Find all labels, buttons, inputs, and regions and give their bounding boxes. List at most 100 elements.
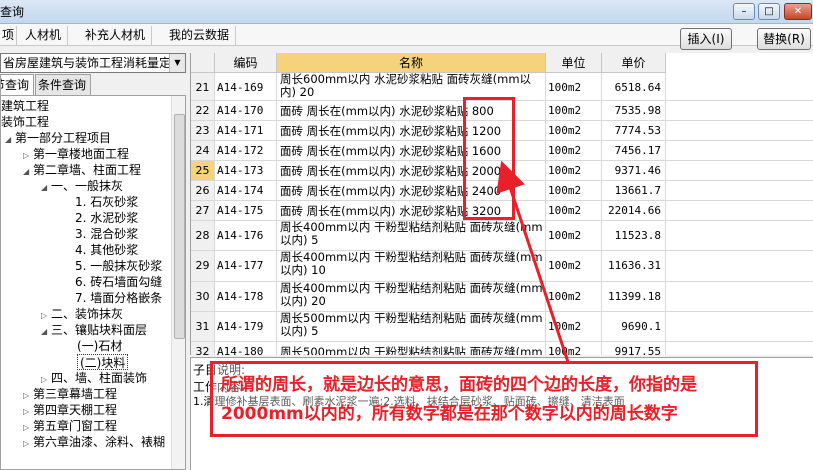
cell-unit: 100m2 (546, 181, 602, 200)
cell-unit: 100m2 (546, 282, 602, 311)
cell-price: 11399.18 (602, 282, 666, 311)
tree-node[interactable]: (一)石材 (77, 338, 122, 354)
cell-unit: 100m2 (546, 201, 602, 220)
tree-node[interactable]: ▷ 第四章天棚工程 (23, 402, 117, 418)
tree-node[interactable]: 7. 墙面分格嵌条 (75, 290, 162, 306)
tab-materials[interactable]: 人材机 (19, 26, 69, 45)
row-number: 24 (191, 141, 215, 160)
maximize-button[interactable]: □ (758, 3, 780, 20)
triangle-right-icon[interactable]: ▷ (23, 436, 33, 452)
tree-node[interactable]: ▷ 第一章楼地面工程 (23, 146, 129, 162)
tree-node[interactable]: 1. 石灰砂浆 (75, 194, 138, 210)
chapter-tree: 建筑工程 装饰工程 ◢ 第一部分工程项目 ▷ 第一章楼地面工程 ◢ 第二章墙、柱面工程… (0, 95, 186, 470)
cell-code: A14-177 (215, 251, 277, 281)
window-title: 查询 (0, 5, 25, 19)
tab-supplement-materials[interactable]: 补充人材机 (79, 26, 153, 45)
tree-node[interactable]: ◢ 三、镶贴块料面层 (41, 322, 147, 338)
cell-code: A14-174 (215, 181, 277, 200)
library-select-value: 省房屋建筑与装饰工程消耗量定 (3, 56, 172, 70)
triangle-down-icon[interactable]: ◢ (5, 132, 15, 148)
tree-node[interactable]: 6. 砖石墙面勾缝 (75, 274, 162, 290)
triangle-down-icon[interactable]: ◢ (23, 164, 33, 180)
row-number: 28 (191, 221, 215, 250)
tree-node[interactable]: ◢ 一、一般抹灰 (41, 178, 123, 194)
cell-name: 周长400mm以内 干粉型粘结剂粘贴 面砖灰缝(mm以内) 5 (277, 221, 546, 250)
row-number: 23 (191, 121, 215, 140)
cell-code: A14-172 (215, 141, 277, 160)
row-number: 26 (191, 181, 215, 200)
cell-code: A14-173 (215, 161, 277, 180)
cell-name: 周长600mm以内 水泥砂浆粘贴 面砖灰缝(mm以内) 20 (277, 73, 546, 100)
table-row[interactable]: 32A14-180周长500mm以内 干粉型粘结剂粘贴 面砖灰缝(mm以内) 1… (191, 342, 813, 355)
table-row[interactable]: 31 A14-179 周长500mm以内 干粉型粘结剂粘贴 面砖灰缝(mm以内) 5… (191, 312, 813, 342)
tab-cloud-data[interactable]: 我的云数据 (163, 26, 237, 45)
insert-button[interactable]: 插入(I) (680, 28, 732, 50)
column-header-code[interactable]: 编码 (215, 53, 277, 73)
minimize-button[interactable]: – (733, 3, 755, 20)
row-number: 22 (191, 101, 215, 120)
cell-unit: 100m2 (546, 101, 602, 120)
row-number: 29 (191, 251, 215, 281)
column-header-unit[interactable]: 单位 (546, 53, 602, 73)
table-row[interactable]: 30 A14-178 周长400mm以内 干粉型粘结剂粘贴 面砖灰缝(mm以内) 2… (191, 282, 813, 312)
cell-unit: 100m2 (546, 342, 602, 355)
cell-price: 11523.8 (602, 221, 666, 250)
cell-price: 11636.31 (602, 251, 666, 281)
title-bar: 查询 – □ ✕ (0, 0, 813, 24)
cell-unit: 100m2 (546, 73, 602, 100)
triangle-down-icon[interactable]: ◢ (41, 324, 51, 340)
tree-node-selected[interactable]: (二)块料 (77, 354, 129, 370)
cell-unit: 100m2 (546, 251, 602, 281)
close-button[interactable]: ✕ (784, 3, 812, 20)
tree-node[interactable]: ◢ 第一部分工程项目 (5, 130, 111, 146)
annotation-callout: 所谓的周长，就是边长的意思，面砖的四个边的长度，你指的是2000mm以内的，所有… (210, 361, 758, 437)
triangle-down-icon[interactable]: ◢ (41, 180, 51, 196)
row-number: 32 (191, 342, 215, 355)
cell-price: 7535.98 (602, 101, 666, 120)
tab-condition-query[interactable]: 条件查询 (35, 74, 91, 95)
cell-price: 13661.7 (602, 181, 666, 200)
tree-node[interactable]: 3. 混合砂浆 (75, 226, 138, 242)
tree-node[interactable]: 2. 水泥砂浆 (75, 210, 138, 226)
row-number: 21 (191, 73, 215, 100)
table-row[interactable]: 29 A14-177 周长400mm以内 干粉型粘结剂粘贴 面砖灰缝(mm以内) 1… (191, 251, 813, 282)
tree-node[interactable]: 建筑工程 (1, 98, 49, 114)
cell-code: A14-175 (215, 201, 277, 220)
tree-node[interactable]: ▷ 第三章幕墙工程 (23, 386, 117, 402)
cell-price: 7456.17 (602, 141, 666, 160)
tab-chapter-query[interactable]: 章节查询 (0, 74, 34, 95)
cell-price: 7774.53 (602, 121, 666, 140)
cell-code: A14-179 (215, 312, 277, 341)
tree-node[interactable]: 4. 其他砂浆 (75, 242, 138, 258)
row-number: 27 (191, 201, 215, 220)
tree-node[interactable]: ▷ 二、装饰抹灰 (41, 306, 123, 322)
cell-price: 6518.64 (602, 73, 666, 100)
tree-scrollbar[interactable] (171, 96, 185, 469)
tree-node[interactable]: 装饰工程 (1, 114, 49, 130)
cell-name: 周长500mm以内 干粉型粘结剂粘贴 面砖灰缝(mm以内) 10 (277, 342, 546, 355)
left-panel: 省房屋建筑与装饰工程消耗量定 ▼ 章节查询 条件查询 建筑工程 装饰工程 ◢第一… (0, 46, 190, 470)
row-number: 31 (191, 312, 215, 341)
annotation-highlight-box (463, 97, 515, 220)
tree-node[interactable]: ▷ 第六章油漆、涂料、裱糊 (23, 434, 165, 450)
library-select[interactable]: 省房屋建筑与装饰工程消耗量定 ▼ (0, 53, 186, 73)
tree-node[interactable]: 5. 一般抹灰砂浆 (75, 258, 162, 274)
tree-node[interactable]: ▷ 第五章门窗工程 (23, 418, 117, 434)
tree-node[interactable]: ◢ 第二章墙、柱面工程 (23, 162, 141, 178)
replace-button[interactable]: 替换(R) (757, 28, 811, 50)
scrollbar-thumb[interactable] (174, 114, 185, 339)
cell-name: 周长500mm以内 干粉型粘结剂粘贴 面砖灰缝(mm以内) 5 (277, 312, 546, 341)
chevron-down-icon[interactable]: ▼ (169, 54, 185, 72)
cell-price: 9371.46 (602, 161, 666, 180)
tab-item[interactable]: 项 (0, 26, 17, 45)
column-header-price[interactable]: 单价 (602, 53, 666, 73)
row-number: 25 (191, 161, 215, 180)
tree-node[interactable]: ▷ 四、墙、柱面装饰 (41, 370, 147, 386)
column-header-name[interactable]: 名称 (277, 53, 546, 73)
cell-unit: 100m2 (546, 121, 602, 140)
cell-price: 9917.55 (602, 342, 666, 355)
table-row[interactable]: 28 A14-176 周长400mm以内 干粉型粘结剂粘贴 面砖灰缝(mm以内) 5… (191, 221, 813, 251)
cell-name: 周长400mm以内 干粉型粘结剂粘贴 面砖灰缝(mm以内) 10 (277, 251, 546, 281)
cell-code: A14-170 (215, 101, 277, 120)
cell-name: 周长400mm以内 干粉型粘结剂粘贴 面砖灰缝(mm以内) 20 (277, 282, 546, 311)
